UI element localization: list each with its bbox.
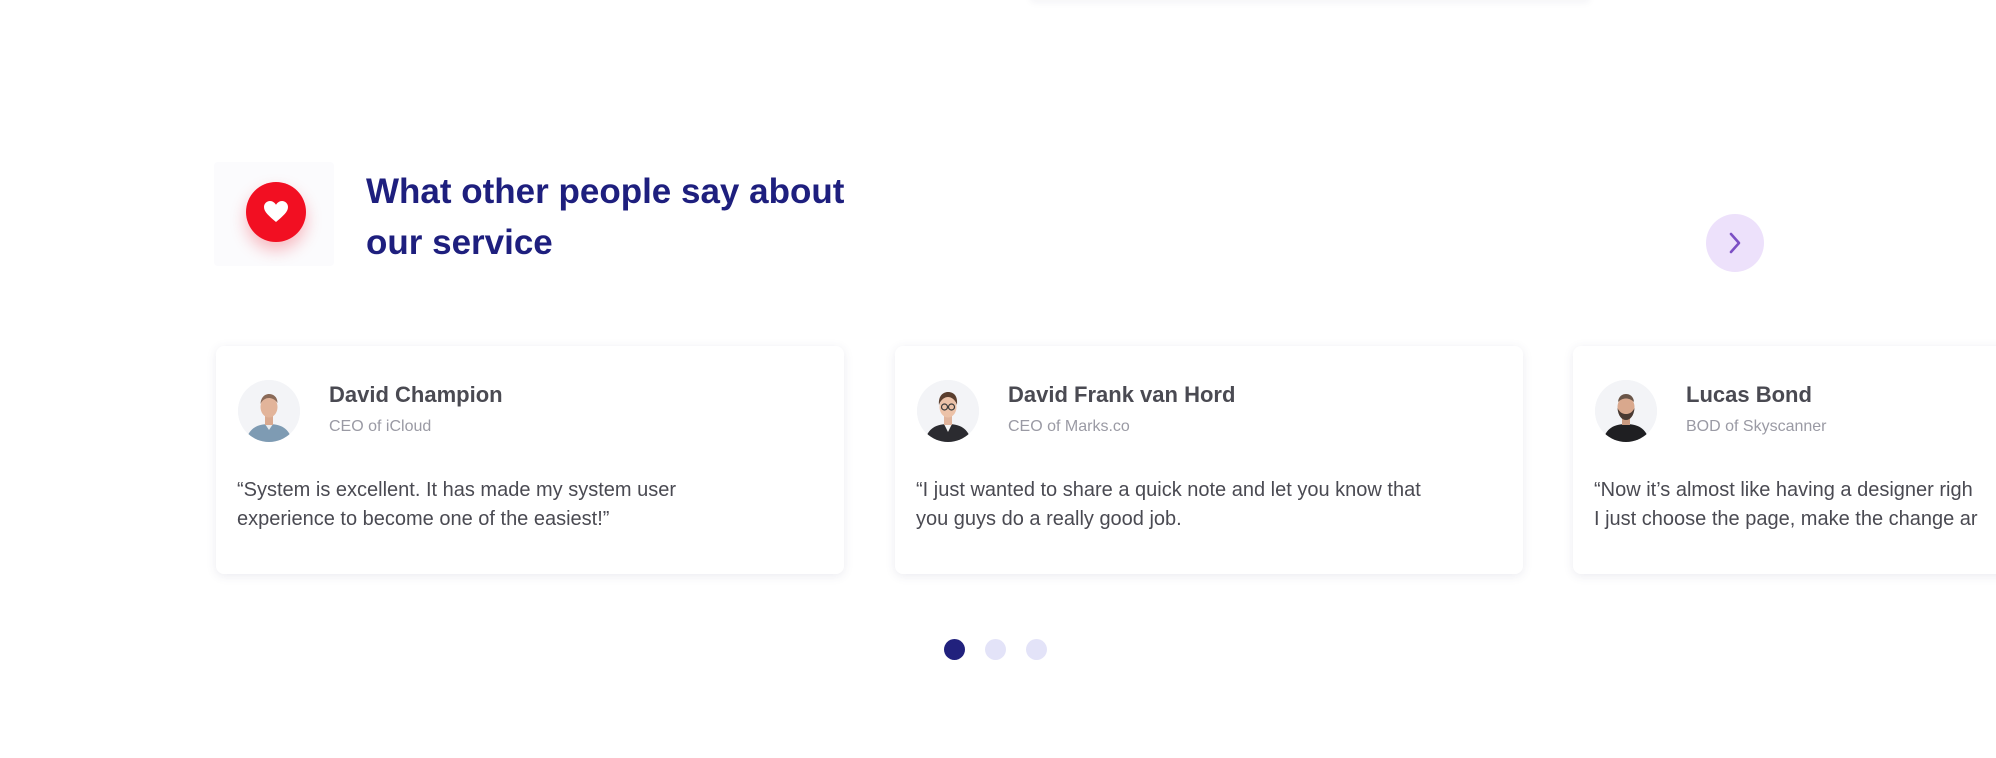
avatar — [238, 380, 300, 442]
testimonial-quote-line: experience to become one of the easiest!… — [237, 508, 610, 530]
testimonial-quote-line: you guys do a really good job. — [916, 508, 1182, 530]
pagination-dot-2[interactable] — [985, 639, 1006, 660]
avatar — [917, 380, 979, 442]
pagination-dot-3[interactable] — [1026, 639, 1047, 660]
testimonial-role: CEO of iCloud — [329, 418, 432, 435]
testimonial-quote-line: “Now it’s almost like having a designer … — [1594, 479, 1973, 501]
testimonial-quote: “Now it’s almost like having a designer … — [1594, 476, 1996, 534]
avatar-portrait — [917, 380, 979, 442]
avatar — [1595, 380, 1657, 442]
avatar-portrait — [1595, 380, 1657, 442]
testimonial-card: David Champion CEO of iCloud “System is … — [216, 346, 844, 574]
testimonial-quote-line: “System is excellent. It has made my sys… — [237, 479, 677, 501]
section-heading: What other people say about our service — [366, 166, 926, 268]
chevron-right-icon — [1729, 232, 1741, 254]
pagination-dot-1[interactable] — [944, 639, 965, 660]
testimonial-quote: “System is excellent. It has made my sys… — [237, 476, 837, 534]
testimonial-card: Lucas Bond BOD of Skyscanner “Now it’s a… — [1573, 346, 1996, 574]
testimonials-section: What other people say about our service … — [0, 0, 1996, 758]
testimonial-name: David Champion — [329, 382, 503, 407]
testimonial-card: David Frank van Hord CEO of Marks.co “I … — [895, 346, 1523, 574]
section-heading-line-2: our service — [366, 223, 553, 262]
testimonial-role: BOD of Skyscanner — [1686, 418, 1827, 435]
avatar-portrait — [238, 380, 300, 442]
heart-icon — [264, 201, 288, 222]
testimonial-quote-line: “I just wanted to share a quick note and… — [916, 479, 1421, 501]
testimonial-name: Lucas Bond — [1686, 382, 1812, 407]
testimonial-quote-line: I just choose the page, make the change … — [1594, 508, 1978, 530]
section-heading-line-1: What other people say about — [366, 172, 845, 211]
testimonial-role: CEO of Marks.co — [1008, 418, 1130, 435]
next-testimonial-button[interactable] — [1706, 214, 1764, 272]
testimonial-quote: “I just wanted to share a quick note and… — [916, 476, 1516, 534]
heart-badge — [246, 182, 306, 242]
testimonial-name: David Frank van Hord — [1008, 382, 1236, 407]
